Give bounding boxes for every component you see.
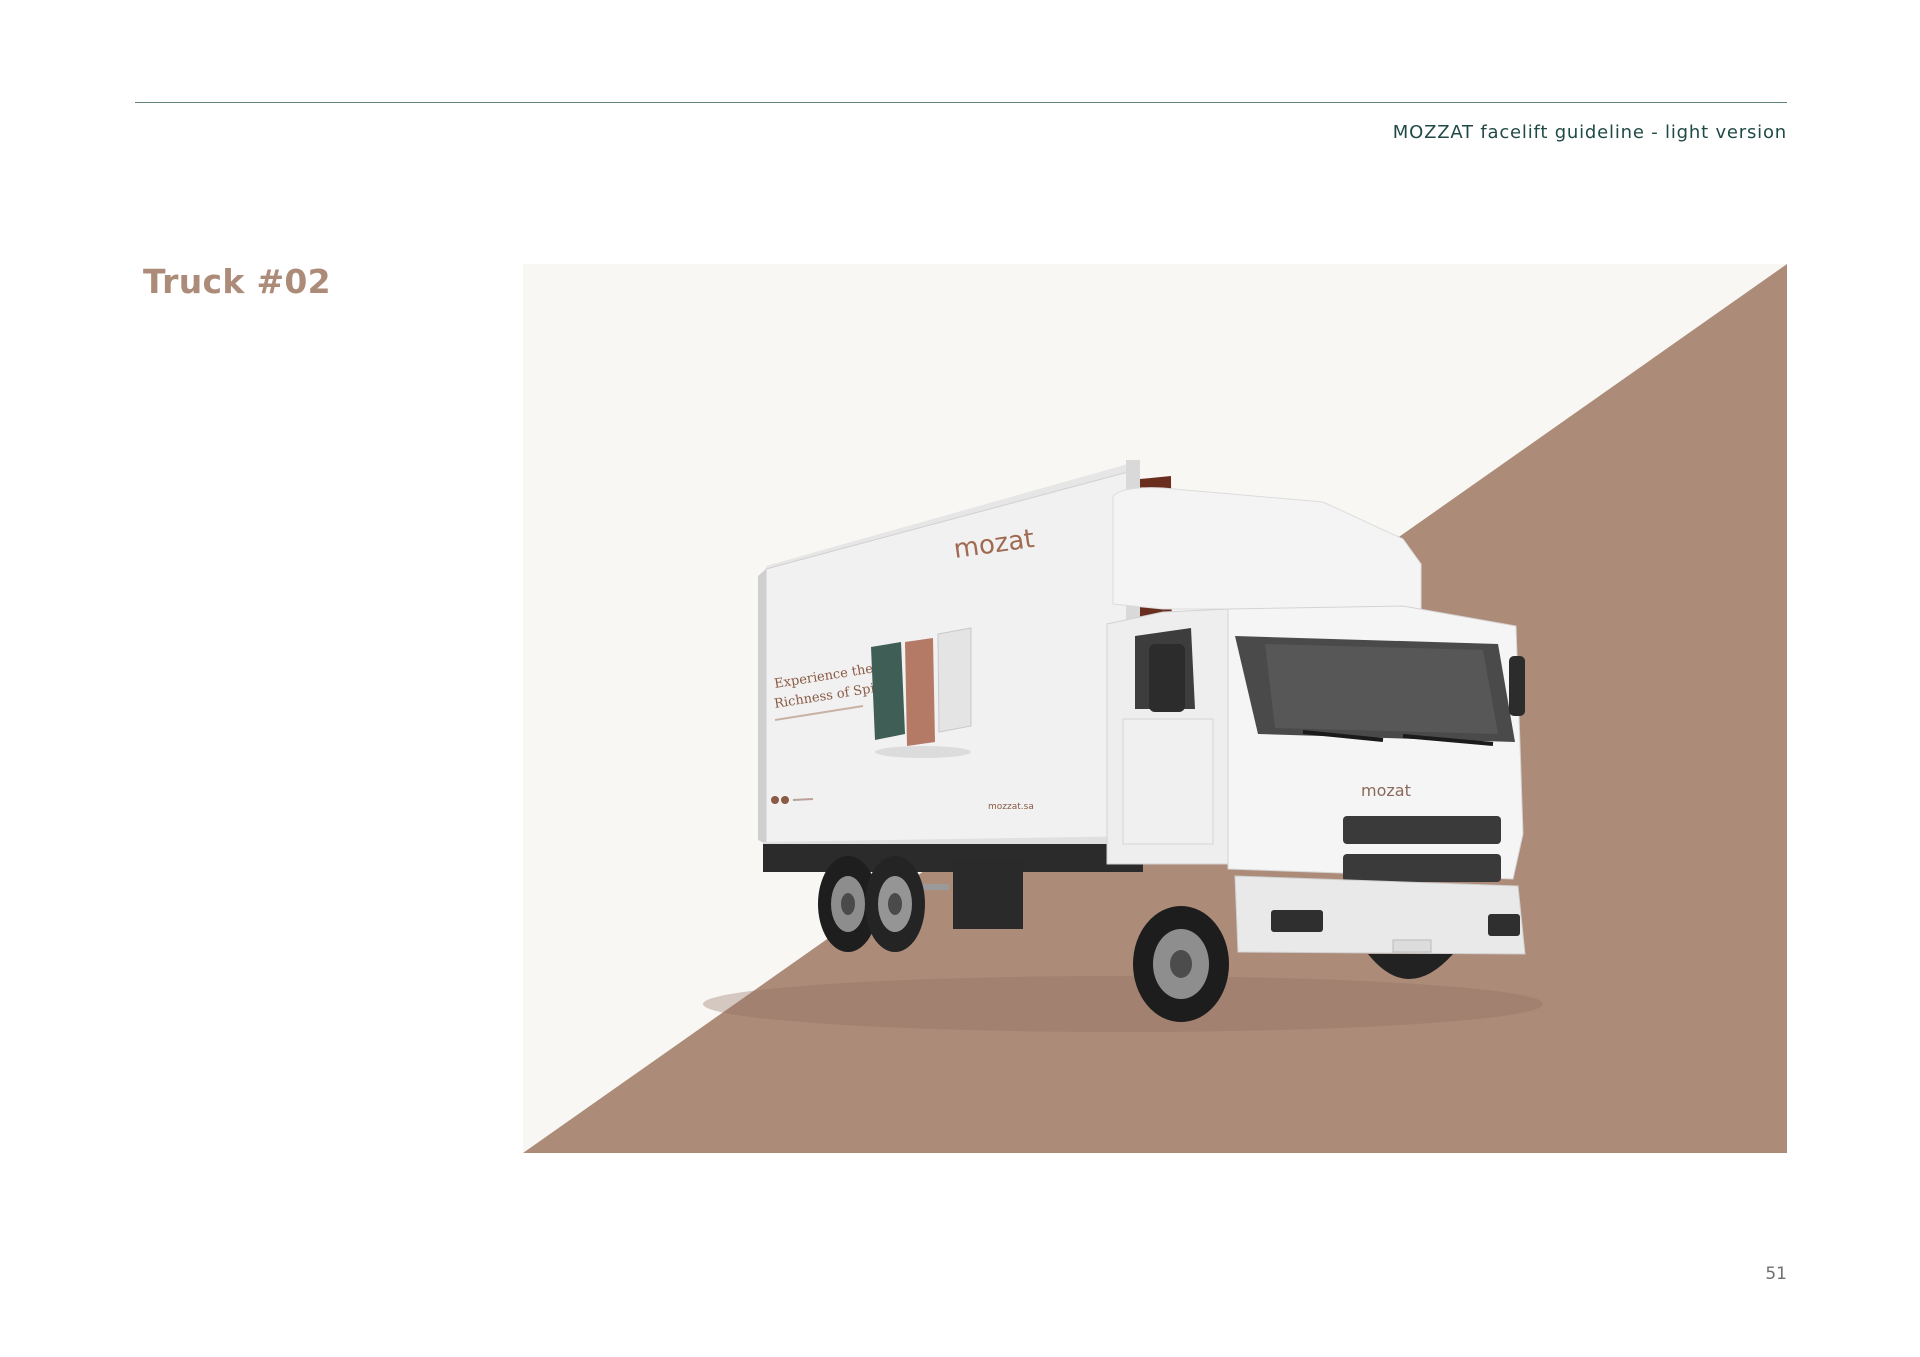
document-title: MOZZAT facelift guideline - light versio… — [1392, 122, 1787, 143]
box-website: mozzat.sa — [988, 802, 1034, 812]
page-number: 51 — [1765, 1264, 1787, 1284]
truck-illustration: mozat Experience the Richness of Spices … — [523, 264, 1787, 1153]
section-title: Truck #02 — [143, 262, 331, 301]
truck-mockup-image: mozat Experience the Richness of Spices … — [523, 264, 1787, 1153]
rear-wheel-2 — [865, 856, 925, 952]
front-wheel — [1133, 906, 1229, 1022]
grille-brand-logo: mozat — [1361, 781, 1411, 800]
header-divider — [135, 102, 1787, 103]
